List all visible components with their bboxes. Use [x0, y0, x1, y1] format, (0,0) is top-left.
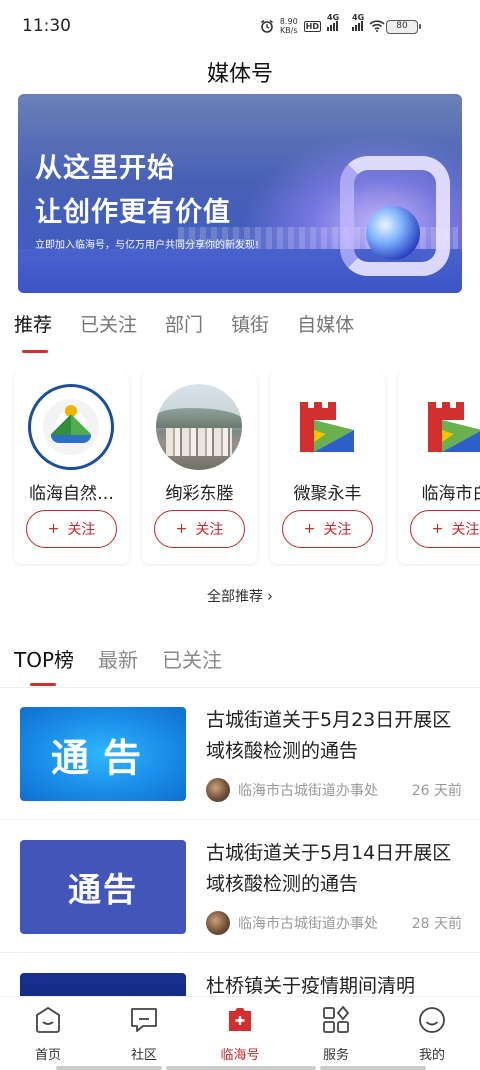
- chevron-right-icon: ›: [267, 587, 273, 605]
- article-item[interactable]: 通告 古城街道关于5月14日开展区域核酸检测的通告 临海市古城街道办事处 28 …: [0, 821, 480, 953]
- sim1-network-label: 4G: [327, 13, 340, 22]
- tab-self-media[interactable]: 自媒体: [297, 310, 354, 337]
- nav-label: 我的: [418, 1048, 445, 1063]
- article-meta: 临海市古城街道办事处 26 天前: [206, 778, 462, 802]
- banner-subtitle: 立即加入临海号，与亿万用户共同分享你的新发现!: [35, 240, 260, 251]
- tab-list-followed[interactable]: 已关注: [162, 644, 222, 673]
- nav-linhai[interactable]: 临海号: [192, 1005, 288, 1063]
- city-photo-avatar: [156, 384, 242, 470]
- bottom-nav: 首页 社区 临海号 服务 我的: [0, 996, 480, 1070]
- recommend-card[interactable]: 微聚永丰 + 关注: [270, 372, 385, 564]
- battery-icon: 80: [386, 20, 421, 34]
- signal-sim2-icon: 4G: [352, 13, 364, 31]
- grid-apps-icon: [321, 1005, 351, 1035]
- follow-button[interactable]: + 关注: [154, 510, 245, 548]
- hd-voice-icon: HD: [303, 20, 321, 32]
- card-name: 临海市白: [421, 484, 480, 504]
- nav-label: 服务: [322, 1048, 349, 1063]
- nav-label: 临海号: [220, 1048, 260, 1063]
- article-time: 26 天前: [411, 783, 462, 799]
- follow-label: 关注: [67, 522, 96, 538]
- article-time: 28 天前: [411, 916, 462, 932]
- chat-bubble-icon: [129, 1005, 159, 1035]
- tab-recommend[interactable]: 推荐: [14, 310, 52, 337]
- list-tab-indicator: [30, 683, 56, 686]
- banner-headline-2: 让创作更有价值: [35, 197, 231, 228]
- follow-button[interactable]: + 关注: [410, 510, 480, 548]
- recommend-card[interactable]: 绚彩东塍 + 关注: [142, 372, 257, 564]
- net-speed-value: 8.90: [279, 17, 298, 26]
- wifi-icon: [369, 20, 385, 32]
- natural-resources-seal-icon: [28, 384, 114, 470]
- signal-sim1-icon: 4G: [327, 13, 339, 31]
- follow-label: 关注: [195, 522, 224, 538]
- recommend-card[interactable]: 临海自然… + 关注: [14, 372, 129, 564]
- source-avatar: [206, 778, 230, 802]
- list-tabs: TOP榜 最新 已关注: [14, 644, 222, 673]
- article-title: 古城街道关于5月14日开展区域核酸检测的通告: [206, 842, 452, 895]
- tab-followed[interactable]: 已关注: [80, 310, 137, 337]
- banner-orb: [366, 206, 420, 260]
- plus-icon: +: [47, 521, 60, 537]
- status-bar: 11:30 8.90 KB/s HD 4G 4G 80: [0, 0, 480, 52]
- nav-mine[interactable]: 我的: [384, 1005, 480, 1063]
- page-title: 媒体号: [206, 62, 273, 87]
- sim2-network-label: 4G: [352, 13, 365, 22]
- linhai-logo-icon: [412, 384, 480, 470]
- plus-icon: +: [303, 521, 316, 537]
- article-source: 临海市古城街道办事处: [238, 783, 378, 799]
- tab-latest[interactable]: 最新: [98, 644, 138, 673]
- plus-icon: +: [175, 521, 188, 537]
- tab-department[interactable]: 部门: [165, 310, 203, 337]
- gesture-bar: [56, 1066, 162, 1070]
- category-tab-indicator: [22, 350, 48, 353]
- more-recommend-label: 全部推荐: [207, 589, 263, 605]
- nav-label: 首页: [34, 1048, 61, 1063]
- net-speed: 8.90 KB/s: [280, 17, 298, 35]
- nav-community[interactable]: 社区: [96, 1005, 192, 1063]
- article-thumbnail: 通告: [20, 707, 186, 801]
- divider: [0, 952, 480, 953]
- card-name: 临海自然…: [29, 484, 114, 504]
- home-face-icon: [33, 1005, 63, 1035]
- divider: [0, 819, 480, 820]
- promo-banner[interactable]: 从这里开始 让创作更有价值 立即加入临海号，与亿万用户共同分享你的新发现!: [18, 94, 462, 293]
- follow-label: 关注: [323, 522, 352, 538]
- alarm-icon: [260, 19, 273, 33]
- follow-label: 关注: [451, 522, 480, 538]
- recommend-card[interactable]: 临海市白 + 关注: [398, 372, 480, 564]
- source-avatar: [206, 911, 230, 935]
- follow-button[interactable]: + 关注: [26, 510, 117, 548]
- article-thumbnail: 通告: [20, 840, 186, 934]
- article-item[interactable]: 通告 古城街道关于5月23日开展区域核酸检测的通告 临海市古城街道办事处 26 …: [0, 688, 480, 820]
- more-recommend-link[interactable]: 全部推荐 ›: [0, 586, 480, 606]
- nav-service[interactable]: 服务: [288, 1005, 384, 1063]
- net-speed-unit: KB/s: [279, 26, 298, 35]
- plus-box-icon: [225, 1005, 255, 1035]
- article-meta: 临海市古城街道办事处 28 天前: [206, 911, 462, 935]
- card-name: 微聚永丰: [293, 484, 362, 504]
- tab-town[interactable]: 镇街: [231, 310, 269, 337]
- card-name: 绚彩东塍: [165, 484, 234, 504]
- banner-headline-1: 从这里开始: [35, 153, 175, 184]
- linhai-logo-icon: [284, 384, 370, 470]
- plus-icon: +: [431, 521, 444, 537]
- article-title: 古城街道关于5月23日开展区域核酸检测的通告: [206, 709, 452, 762]
- gesture-bar: [320, 1066, 426, 1070]
- follow-button[interactable]: + 关注: [282, 510, 373, 548]
- nav-label: 社区: [130, 1048, 157, 1063]
- article-source: 临海市古城街道办事处: [238, 916, 378, 932]
- category-tabs: 推荐 已关注 部门 镇街 自媒体: [14, 310, 354, 337]
- status-time: 11:30: [22, 16, 71, 36]
- recommend-cards: 临海自然… + 关注 绚彩东塍 + 关注 微聚永丰 + 关注 临海市 + 关注: [12, 372, 480, 566]
- gesture-bar: [166, 1066, 316, 1070]
- tab-top[interactable]: TOP榜: [14, 644, 74, 673]
- status-icons: 8.90 KB/s HD 4G 4G: [260, 13, 385, 35]
- nav-home[interactable]: 首页: [0, 1005, 96, 1063]
- smiley-icon: [417, 1005, 447, 1035]
